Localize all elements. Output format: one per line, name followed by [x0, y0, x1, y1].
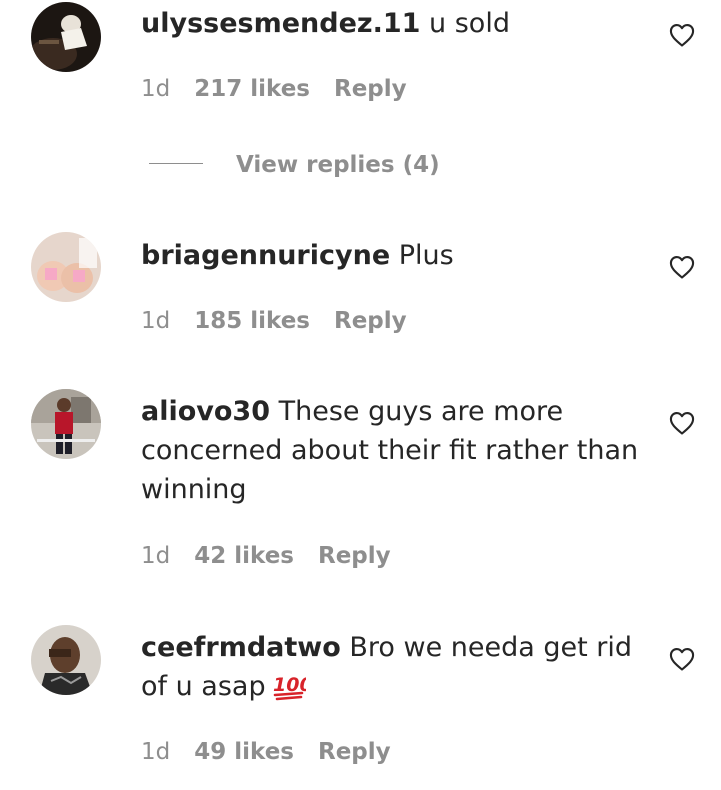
- comment-username[interactable]: aliovo30: [141, 396, 270, 427]
- comment-time[interactable]: 1d: [141, 76, 170, 102]
- heart-outline-icon: [669, 648, 695, 671]
- hundred-points-emoji: 100: [272, 671, 312, 712]
- comment-meta: 1d 185 likes Reply: [141, 308, 431, 334]
- reply-button[interactable]: Reply: [334, 76, 407, 102]
- comment-text: ulyssesmendez.11 u sold: [141, 4, 651, 43]
- comment-username[interactable]: briagennuricyne: [141, 240, 390, 271]
- like-button[interactable]: [668, 409, 696, 437]
- view-replies-button[interactable]: View replies (4): [149, 152, 440, 178]
- heart-outline-icon: [669, 256, 695, 279]
- view-replies-label[interactable]: View replies (4): [236, 152, 440, 178]
- like-button[interactable]: [668, 645, 696, 673]
- avatar[interactable]: [31, 625, 101, 695]
- comment-username[interactable]: ulyssesmendez.11: [141, 8, 420, 39]
- comment-body: u sold: [429, 8, 510, 39]
- comment-username[interactable]: ceefrmdatwo: [141, 632, 341, 663]
- avatar[interactable]: [31, 389, 101, 459]
- avatar[interactable]: [31, 2, 101, 72]
- replies-divider: [149, 163, 203, 164]
- like-button[interactable]: [668, 21, 696, 49]
- comment-meta: 1d 42 likes Reply: [141, 543, 415, 569]
- reply-button[interactable]: Reply: [318, 543, 391, 569]
- comment-time[interactable]: 1d: [141, 543, 170, 569]
- avatar[interactable]: [31, 232, 101, 302]
- comment-meta: 1d 49 likes Reply: [141, 739, 415, 765]
- comment-time[interactable]: 1d: [141, 739, 170, 765]
- comment-time[interactable]: 1d: [141, 308, 170, 334]
- comment-meta: 1d 217 likes Reply: [141, 76, 431, 102]
- likes-count[interactable]: 185 likes: [194, 308, 310, 334]
- comment-text: ceefrmdatwo Bro we needa get rid of u as…: [141, 628, 651, 712]
- heart-outline-icon: [669, 412, 695, 435]
- comment-text: briagennuricyne Plus: [141, 236, 651, 275]
- comment-text: aliovo30 These guys are more concerned a…: [141, 392, 651, 509]
- reply-button[interactable]: Reply: [334, 308, 407, 334]
- reply-button[interactable]: Reply: [318, 739, 391, 765]
- likes-count[interactable]: 217 likes: [194, 76, 310, 102]
- like-button[interactable]: [668, 253, 696, 281]
- comment-body: Plus: [398, 240, 454, 271]
- heart-outline-icon: [669, 24, 695, 47]
- likes-count[interactable]: 49 likes: [194, 739, 294, 765]
- likes-count[interactable]: 42 likes: [194, 543, 294, 569]
